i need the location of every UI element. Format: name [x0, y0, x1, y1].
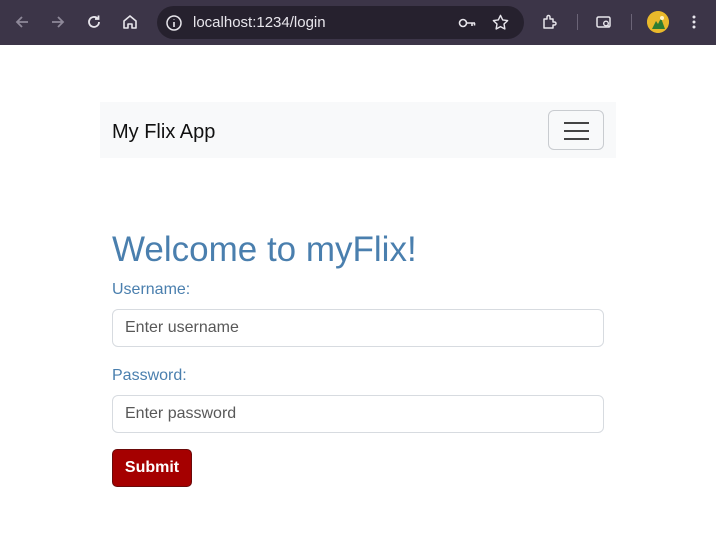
password-label: Password: — [112, 367, 187, 384]
home-button[interactable] — [117, 9, 143, 35]
search-tabs-icon — [596, 16, 611, 28]
hamburger-icon — [564, 130, 589, 132]
star-icon[interactable] — [491, 13, 510, 32]
brand-link[interactable]: My Flix App — [112, 120, 215, 144]
back-icon — [15, 16, 28, 28]
profile-icon — [647, 11, 669, 33]
forward-icon — [52, 16, 65, 28]
home-icon — [123, 15, 137, 29]
avatar[interactable] — [647, 11, 669, 33]
url-text[interactable]: localhost:1234/login — [193, 14, 326, 31]
address-bar[interactable]: localhost:1234/login — [157, 6, 524, 39]
page-title: Welcome to myFlix! — [112, 230, 417, 269]
more-icon — [692, 15, 696, 29]
info-icon[interactable] — [165, 14, 183, 32]
toolbar-divider — [577, 14, 578, 30]
username-input[interactable] — [112, 309, 604, 347]
toolbar-divider — [631, 14, 632, 30]
extensions-button[interactable] — [537, 9, 563, 35]
reload-button[interactable] — [81, 9, 107, 35]
forward-button[interactable] — [45, 9, 71, 35]
browser-toolbar: localhost:1234/login — [0, 0, 716, 45]
hamburger-icon — [564, 122, 589, 124]
reload-icon — [88, 15, 100, 28]
hamburger-icon — [564, 138, 589, 140]
username-label: Username: — [112, 281, 191, 298]
search-tabs-button[interactable] — [591, 9, 617, 35]
password-input[interactable] — [112, 395, 604, 433]
navbar-toggle-button[interactable] — [548, 110, 604, 150]
submit-button[interactable]: Submit — [112, 449, 192, 487]
site-navbar: My Flix App — [100, 102, 616, 158]
more-menu-button[interactable] — [681, 9, 707, 35]
back-button[interactable] — [9, 9, 35, 35]
extensions-icon — [543, 14, 557, 29]
key-icon[interactable] — [457, 14, 477, 32]
